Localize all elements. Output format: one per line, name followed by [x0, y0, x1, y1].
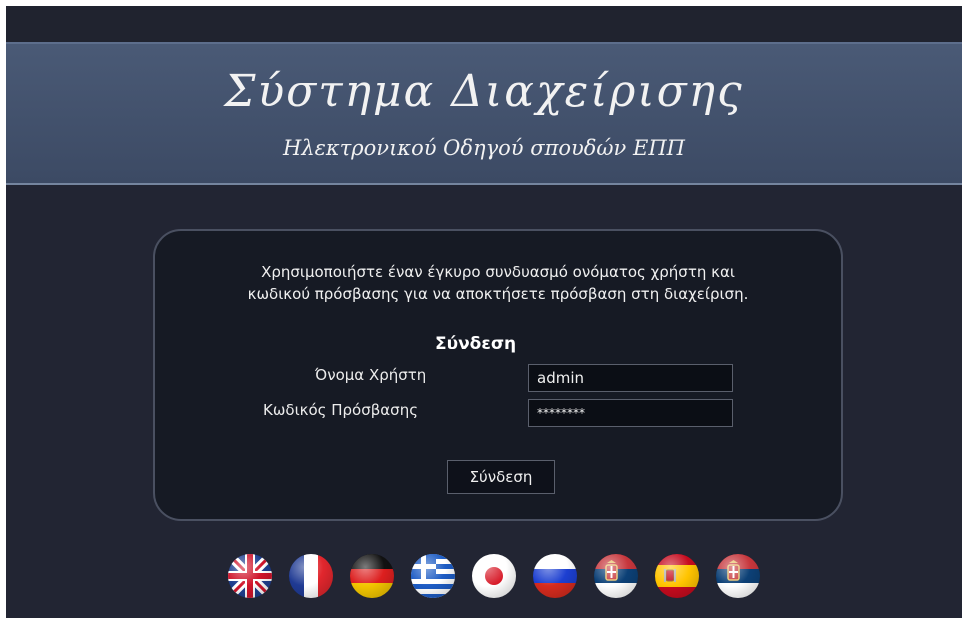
russia-flag-icon[interactable] — [533, 554, 577, 598]
serbia-flag-icon[interactable] — [594, 554, 638, 598]
language-selector — [228, 554, 768, 598]
top-bar — [6, 6, 962, 42]
login-instructions: Χρησιμοποιήστε έναν έγκυρο συνδυασμό ονό… — [155, 261, 841, 305]
greece-flag-icon[interactable] — [411, 554, 455, 598]
uk-flag-icon[interactable] — [228, 554, 272, 598]
login-button[interactable]: Σύνδεση — [447, 460, 555, 494]
japan-flag-icon[interactable] — [472, 554, 516, 598]
username-label: Όνομα Χρήστη — [315, 366, 427, 384]
login-panel: Χρησιμοποιήστε έναν έγκυρο συνδυασμό ονό… — [153, 229, 843, 521]
serbia-flag-icon[interactable] — [716, 554, 760, 598]
login-heading: Σύνδεση — [435, 334, 517, 354]
admin-login-page: Σύστημα Διαχείρισης Ηλεκτρονικού Οδηγού … — [6, 6, 962, 618]
page-subtitle: Ηλεκτρονικού Οδηγού σπουδών ΕΠΠ — [283, 136, 685, 160]
username-input[interactable] — [528, 364, 733, 392]
instructions-line-1: Χρησιμοποιήστε έναν έγκυρο συνδυασμό ονό… — [261, 263, 735, 281]
password-label: Κωδικός Πρόσβασης — [263, 401, 419, 419]
page-header: Σύστημα Διαχείρισης Ηλεκτρονικού Οδηγού … — [6, 42, 962, 185]
germany-flag-icon[interactable] — [350, 554, 394, 598]
spain-flag-icon[interactable] — [655, 554, 699, 598]
password-input[interactable] — [528, 399, 733, 427]
page-title: Σύστημα Διαχείρισης — [224, 66, 744, 117]
instructions-line-2: κωδικού πρόσβασης για να αποκτήσετε πρόσ… — [247, 285, 749, 303]
france-flag-icon[interactable] — [289, 554, 333, 598]
